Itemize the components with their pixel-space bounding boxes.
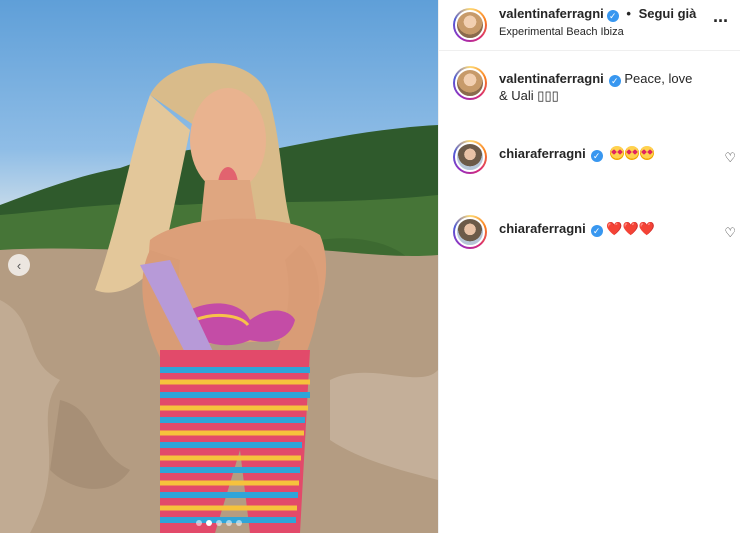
photo-scene bbox=[0, 63, 438, 533]
author-avatar[interactable] bbox=[453, 8, 487, 42]
post-photo[interactable]: ‹ bbox=[0, 0, 438, 533]
carousel-dot bbox=[236, 520, 242, 526]
follow-button[interactable]: Segui già bbox=[639, 6, 697, 21]
comment-row: chiaraferragni ✓ ♡ bbox=[439, 138, 740, 178]
carousel-dot bbox=[206, 520, 212, 526]
comment-text: ❤️❤️❤️ bbox=[606, 221, 655, 236]
carousel-dot bbox=[216, 520, 222, 526]
carousel-dot bbox=[226, 520, 232, 526]
heart-eyes-emoji-icon bbox=[624, 146, 639, 160]
like-comment-heart-icon[interactable]: ♡ bbox=[724, 150, 736, 166]
comment-avatar[interactable] bbox=[453, 215, 487, 249]
comment-avatar[interactable] bbox=[453, 140, 487, 174]
caption-avatar[interactable] bbox=[453, 66, 487, 100]
separator-dot: • bbox=[626, 6, 631, 21]
verified-badge-icon: ✓ bbox=[590, 150, 603, 162]
heart-eyes-emoji-icon bbox=[639, 146, 654, 160]
comment-row: chiaraferragni ✓ ❤️❤️❤️ ♡ bbox=[439, 213, 740, 253]
comment-text bbox=[606, 146, 655, 161]
chevron-left-icon: ‹ bbox=[16, 257, 22, 273]
verified-badge-icon: ✓ bbox=[590, 225, 603, 237]
carousel-dot bbox=[196, 520, 202, 526]
author-username[interactable]: valentinaferragni bbox=[499, 6, 604, 21]
verified-badge-icon: ✓ bbox=[608, 75, 621, 87]
like-comment-heart-icon[interactable]: ♡ bbox=[724, 225, 736, 241]
verified-badge-icon: ✓ bbox=[606, 10, 619, 22]
post-header: valentinaferragni ✓ • Segui già Experimen… bbox=[439, 0, 740, 51]
comment-username[interactable]: chiaraferragni bbox=[499, 146, 586, 161]
comment-username[interactable]: chiaraferragni bbox=[499, 221, 586, 236]
caption-username[interactable]: valentinaferragni bbox=[499, 71, 604, 86]
more-options-icon[interactable]: ··· bbox=[713, 11, 729, 32]
carousel-prev-button[interactable]: ‹ bbox=[8, 254, 30, 276]
caption-row: valentinaferragni ✓ Peace, love & Uali ▯▯… bbox=[439, 64, 740, 104]
heart-eyes-emoji-icon bbox=[609, 146, 624, 160]
carousel-indicators bbox=[0, 520, 438, 526]
post-location[interactable]: Experimental Beach Ibiza bbox=[499, 26, 624, 38]
post-side-panel: valentinaferragni ✓ • Segui già Experimen… bbox=[438, 0, 740, 533]
